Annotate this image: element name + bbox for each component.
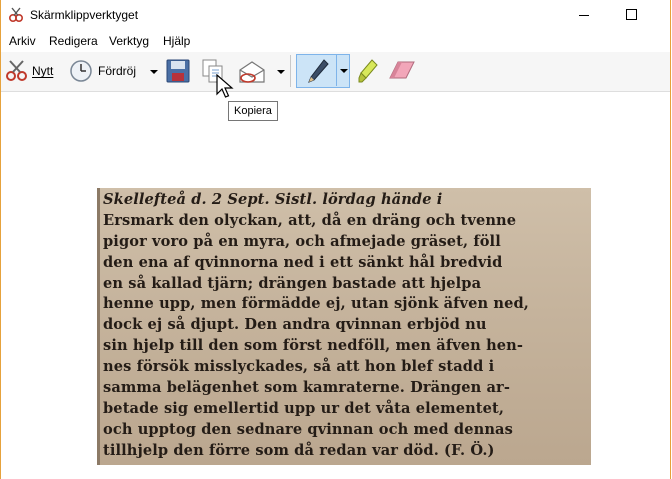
clip-text-line: Ersmark den olyckan, att, då en dräng oc…: [103, 211, 517, 229]
snipping-tool-app-icon: [8, 7, 24, 23]
delay-button[interactable]: Fördröj: [67, 54, 161, 88]
snipping-tool-window: Skärmklippverktyget Arkiv Redigera Verkt…: [0, 0, 671, 479]
new-snip-button[interactable]: Nytt: [3, 54, 59, 88]
delay-label: Fördröj: [98, 64, 137, 78]
mouse-pointer-icon: [216, 73, 234, 103]
menu-arkiv[interactable]: Arkiv: [9, 34, 36, 48]
pen-icon: [306, 58, 330, 87]
clip-newspaper-text: Skellefteå d. 2 Sept. Sistl. lördag händ…: [103, 190, 581, 462]
menu-redigera[interactable]: Redigera: [49, 34, 98, 48]
chevron-down-icon[interactable]: [340, 69, 348, 73]
envelope-icon: [238, 59, 266, 88]
clip-text-line: och upptog den sednare qvinnan och med d…: [103, 420, 513, 438]
clip-text-line: sin hjelp till den som först nedföll, me…: [103, 337, 524, 355]
clip-left-edge: [97, 188, 100, 465]
toolbar-separator: [290, 55, 291, 87]
toolbar: Nytt Fördröj: [1, 52, 670, 92]
clip-text-line: samma belägenhet som kamraterne. Drängen…: [103, 379, 510, 397]
title-bar: Skärmklippverktyget: [1, 0, 670, 30]
send-snip-button[interactable]: [236, 54, 288, 88]
highlighter-icon[interactable]: [358, 58, 380, 87]
clip-text-line: betade sig emellertid upp ur det våta el…: [103, 399, 505, 417]
copy-tooltip: Kopiera: [228, 101, 278, 121]
clock-icon: [69, 59, 93, 86]
chevron-down-icon: [150, 70, 158, 74]
new-snip-label: Nytt: [32, 64, 54, 78]
clip-text-line: Skellefteå d. 2 Sept. Sistl. lördag händ…: [103, 191, 443, 208]
eraser-icon[interactable]: [388, 60, 416, 85]
menu-bar: Arkiv Redigera Verktyg Hjälp: [1, 31, 670, 51]
chevron-down-icon: [277, 70, 285, 74]
window-title: Skärmklippverktyget: [30, 8, 139, 22]
clip-text-line: dock ej så djupt. Den andra qvinnan erbj…: [103, 316, 487, 334]
clip-text-line: pigor voro på en myra, och afmejade gräs…: [103, 232, 501, 250]
captured-snip-image: Skellefteå d. 2 Sept. Sistl. lördag händ…: [97, 188, 591, 465]
minimize-button[interactable]: [561, 0, 607, 30]
pen-split-divider: [336, 54, 337, 86]
scissors-icon: [5, 60, 29, 85]
clip-text-line: den ena af qvinnorna ned i ett sänkt hål…: [103, 253, 503, 271]
maximize-button[interactable]: [608, 0, 654, 30]
menu-hjalp[interactable]: Hjälp: [163, 34, 190, 48]
clip-text-line: tillhjelp den förre som då redan var död…: [103, 441, 495, 459]
menu-verktyg[interactable]: Verktyg: [109, 34, 149, 48]
clip-text-line: henne upp, men förmädde ej, utan sjönk ä…: [103, 295, 529, 313]
clip-text-line: nes försök misslyckades, så att hon blef…: [103, 358, 495, 376]
save-icon[interactable]: [166, 59, 190, 86]
clip-text-line: en så kallad tjärn; drängen bastade att …: [103, 274, 482, 292]
